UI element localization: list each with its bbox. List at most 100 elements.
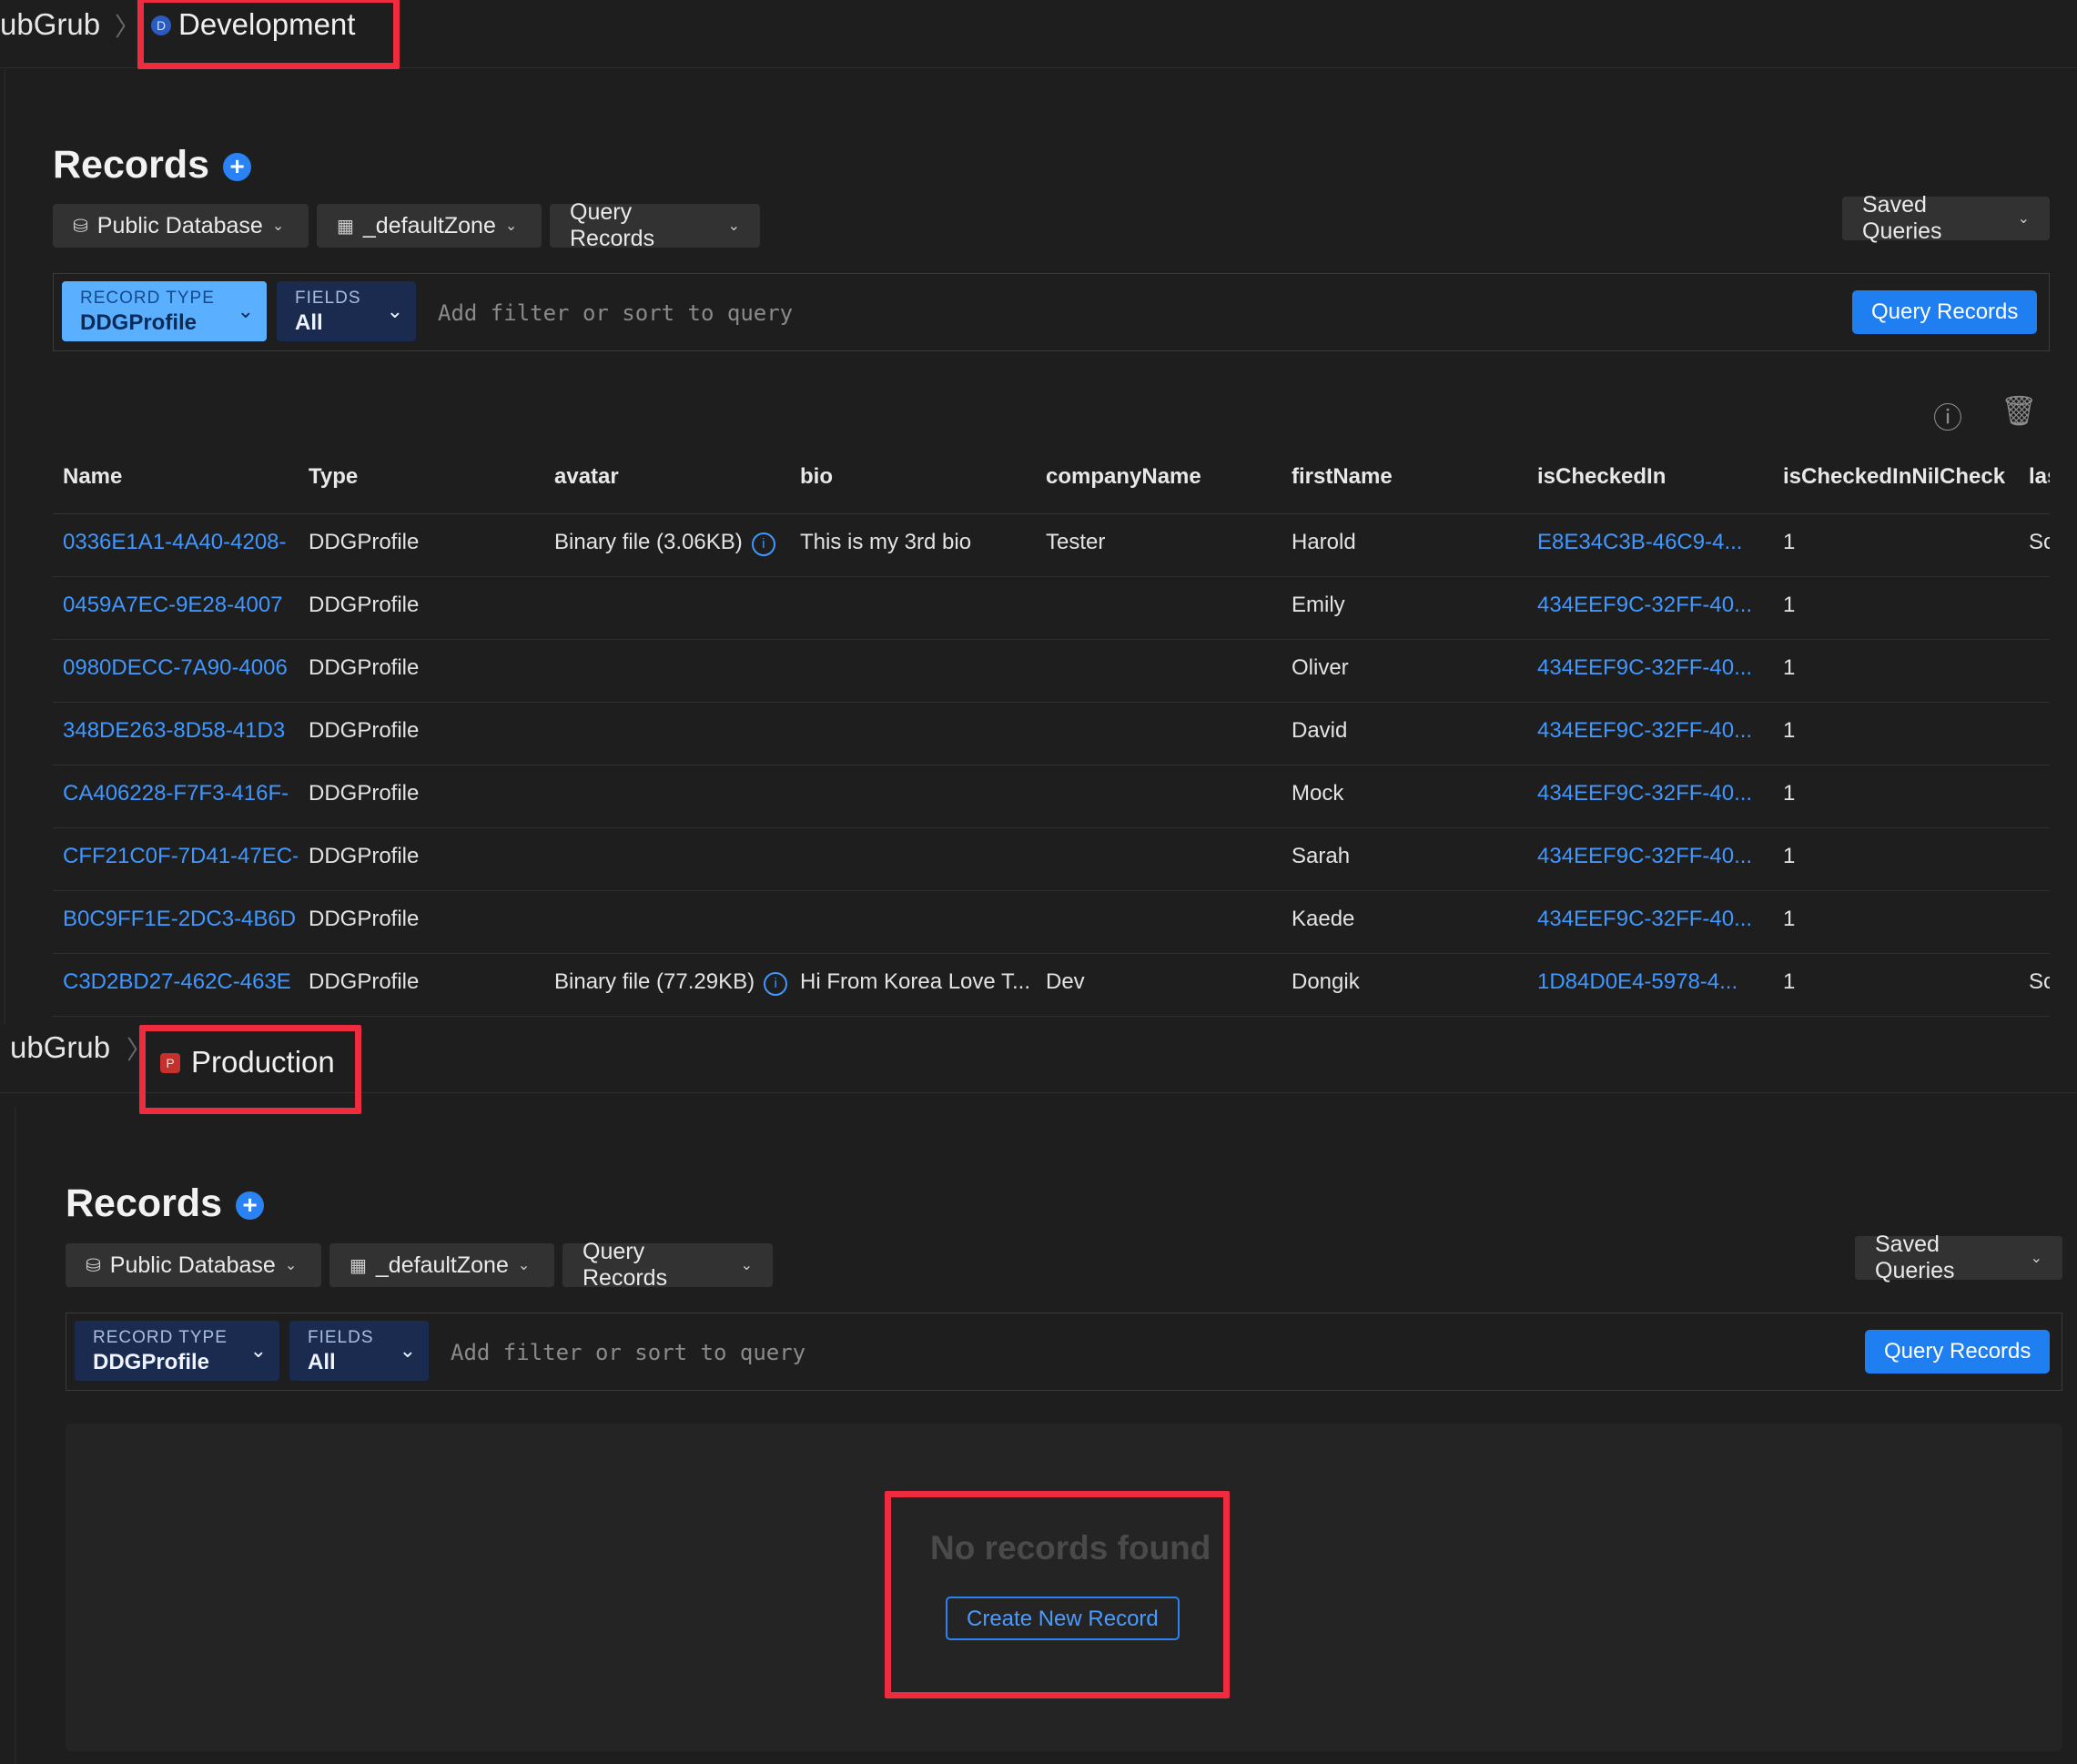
table-row[interactable]: 348DE263-8D58-41D3 DDGProfile David 434EEF9… — [53, 702, 2050, 765]
query-records-button[interactable]: Query Records — [1865, 1330, 2051, 1374]
cell-first-name-text: Dongik — [1292, 969, 1360, 994]
cell-record-name[interactable]: CFF21C0F-7D41-47EC- — [63, 844, 298, 869]
table-row[interactable]: 0980DECC-7A90-4006 DDGProfile Oliver 434EEF… — [53, 639, 2050, 703]
filter-input[interactable]: Add filter or sort to query — [438, 274, 1803, 352]
cell-type-text: DDGProfile — [309, 781, 420, 806]
database-selector[interactable]: ⛁ Public Database ⌄ — [66, 1243, 321, 1287]
chevron-down-icon: ⌄ — [386, 299, 403, 322]
cell-company-name-text: Tester — [1046, 530, 1106, 554]
cell-record-name[interactable]: 0459A7EC-9E28-4007 — [63, 593, 298, 618]
filter-input[interactable]: Add filter or sort to query — [451, 1313, 1816, 1392]
cell-is-checked-in[interactable]: 434EEF9C-32FF-40... — [1537, 907, 1772, 932]
table-row[interactable]: C3D2BD27-462C-463E DDGProfile Binary file … — [53, 953, 2050, 1017]
cell-record-name[interactable]: CA406228-F7F3-416F- — [63, 781, 298, 806]
cell-last-text: Sc — [2029, 969, 2050, 994]
cell-is-checked-in[interactable]: 434EEF9C-32FF-40... — [1537, 655, 1772, 681]
cell-first-name: Sarah — [1292, 844, 1526, 869]
fields-selector[interactable]: FIELDS All ⌄ — [289, 1321, 429, 1381]
database-selector[interactable]: ⛁ Public Database ⌄ — [53, 204, 309, 248]
column-header-name[interactable]: Name — [63, 464, 299, 490]
cell-is-checked-in-nil-check-text: 1 — [1783, 781, 1796, 806]
record-type-selector[interactable]: RECORD TYPE DDGProfile ⌄ — [62, 281, 267, 341]
cell-is-checked-in[interactable]: 434EEF9C-32FF-40... — [1537, 718, 1772, 744]
column-header-avatar[interactable]: avatar — [554, 464, 791, 490]
cell-record-name[interactable]: 0336E1A1-4A40-4208- — [63, 530, 298, 555]
breadcrumb-container-name[interactable]: ubGrub — [0, 7, 100, 42]
cell-type: DDGProfile — [309, 781, 543, 806]
cell-type: DDGProfile — [309, 655, 543, 681]
page-title: Records — [53, 143, 210, 187]
chevron-down-icon: ⌄ — [284, 1258, 298, 1273]
cell-is-checked-in-text: 434EEF9C-32FF-40... — [1537, 844, 1753, 868]
fields-selector[interactable]: FIELDS All ⌄ — [277, 281, 416, 341]
column-header-type[interactable]: Type — [309, 464, 545, 490]
page-title: Records — [66, 1181, 223, 1225]
query-mode-selector[interactable]: Query Records ⌄ — [550, 199, 760, 251]
record-type-selector[interactable]: RECORD TYPE DDGProfile ⌄ — [75, 1321, 279, 1381]
column-header-bio[interactable]: bio — [800, 464, 1037, 490]
cell-first-name: Mock — [1292, 781, 1526, 806]
table-row[interactable]: CFF21C0F-7D41-47EC- DDGProfile Sarah 434EEF… — [53, 827, 2050, 891]
saved-queries-dropdown[interactable]: Saved Queries ⌄ — [1842, 192, 2050, 244]
zone-selector[interactable]: ▦ _defaultZone ⌄ — [317, 204, 542, 248]
cell-record-name[interactable]: 0980DECC-7A90-4006 — [63, 655, 298, 681]
breadcrumb-container-name[interactable]: ubGrub — [10, 1030, 110, 1065]
cell-is-checked-in-text: 434EEF9C-32FF-40... — [1537, 593, 1753, 617]
query-records-button[interactable]: Query Records — [1852, 290, 2038, 334]
zone-grid-icon: ▦ — [337, 216, 354, 237]
empty-state-panel: No records found Create New Record — [66, 1424, 2062, 1751]
cell-company-name: Tester — [1046, 530, 1281, 555]
table-row[interactable]: 0459A7EC-9E28-4007 DDGProfile Emily 434EEF9… — [53, 576, 2050, 640]
cell-bio-text: This is my 3rd bio — [800, 530, 972, 554]
cell-record-name[interactable]: C3D2BD27-462C-463E — [63, 969, 298, 995]
cell-is-checked-in-nil-check-text: 1 — [1783, 593, 1796, 617]
saved-queries-dropdown[interactable]: Saved Queries ⌄ — [1855, 1232, 2062, 1283]
breadcrumb-separator: 〉 — [115, 13, 141, 41]
cell-type: DDGProfile — [309, 593, 543, 618]
fields-label: FIELDS — [295, 289, 361, 308]
column-header-is-checked-in[interactable]: isCheckedIn — [1537, 464, 1774, 490]
table-row[interactable]: B0C9FF1E-2DC3-4B6D DDGProfile Kaede 434EEF9… — [53, 890, 2050, 954]
cell-record-name[interactable]: 348DE263-8D58-41D3 — [63, 718, 298, 744]
cell-is-checked-in-nil-check: 1 — [1783, 718, 2018, 744]
cell-is-checked-in[interactable]: E8E34C3B-46C9-4... — [1537, 530, 1772, 555]
asset-info-icon[interactable]: i — [764, 972, 788, 996]
add-record-icon[interactable]: + — [223, 153, 251, 181]
cell-is-checked-in-nil-check: 1 — [1783, 844, 2018, 869]
cell-is-checked-in[interactable]: 434EEF9C-32FF-40... — [1537, 844, 1772, 869]
cell-record-name-text: 348DE263-8D58-41D3 — [63, 718, 286, 743]
cell-is-checked-in[interactable]: 1D84D0E4-5978-4... — [1537, 969, 1772, 995]
column-header-first-name[interactable]: firstName — [1292, 464, 1528, 490]
cell-first-name-text: Mock — [1292, 781, 1344, 806]
database-selector-label: Public Database — [96, 212, 263, 238]
fields-label: FIELDS — [308, 1328, 374, 1347]
cell-first-name-text: Kaede — [1292, 907, 1355, 931]
cell-first-name-text: Harold — [1292, 530, 1356, 554]
cell-is-checked-in[interactable]: 434EEF9C-32FF-40... — [1537, 781, 1772, 806]
asset-info-icon[interactable]: i — [751, 532, 775, 556]
info-icon[interactable]: ⓘ — [1933, 395, 1962, 437]
cell-record-name-text: C3D2BD27-462C-463E — [63, 969, 291, 994]
create-new-record-button[interactable]: Create New Record — [946, 1597, 1180, 1640]
add-record-icon[interactable]: + — [236, 1191, 264, 1220]
column-header-is-checked-in-nil-check[interactable]: isCheckedInNilCheck — [1783, 464, 2020, 490]
cell-type: DDGProfile — [309, 969, 543, 995]
cell-bio-text: Hi From Korea Love T... — [800, 969, 1030, 994]
column-header-last[interactable]: las — [2029, 464, 2050, 490]
query-mode-selector[interactable]: Query Records ⌄ — [562, 1239, 773, 1291]
cell-is-checked-in-nil-check-text: 1 — [1783, 718, 1796, 743]
cell-record-name[interactable]: B0C9FF1E-2DC3-4B6D — [63, 907, 298, 932]
cell-type-text: DDGProfile — [309, 593, 420, 617]
column-header-company-name[interactable]: companyName — [1046, 464, 1282, 490]
zone-selector[interactable]: ▦ _defaultZone ⌄ — [329, 1243, 554, 1287]
cell-is-checked-in-nil-check-text: 1 — [1783, 907, 1796, 931]
development-panel: ubGrub 〉 D Development Records + ⛁ Publi… — [0, 0, 2077, 1025]
cell-is-checked-in-nil-check-text: 1 — [1783, 530, 1796, 554]
cell-type-text: DDGProfile — [309, 655, 420, 680]
trash-icon[interactable]: 🗑 — [2001, 393, 2038, 428]
cell-is-checked-in[interactable]: 434EEF9C-32FF-40... — [1537, 593, 1772, 618]
table-row[interactable]: CA406228-F7F3-416F- DDGProfile Mock 434EEF9… — [53, 765, 2050, 828]
highlight-box — [139, 1025, 361, 1114]
table-row[interactable]: 0336E1A1-4A40-4208- DDGProfile Binary file… — [53, 513, 2050, 577]
fields-value: All — [308, 1350, 336, 1374]
